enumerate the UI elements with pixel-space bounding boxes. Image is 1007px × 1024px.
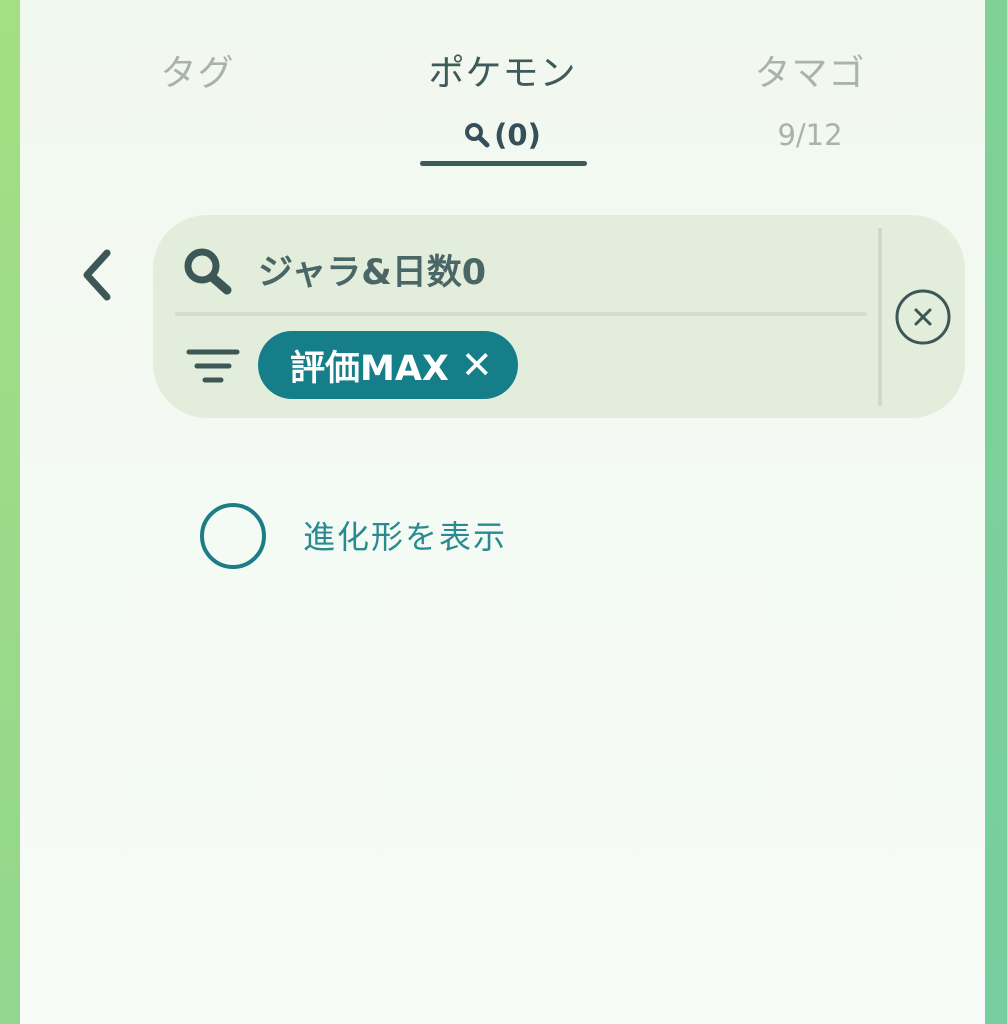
- tab-pokemon[interactable]: ポケモン (0): [405, 44, 600, 155]
- show-evolutions-label: 進化形を表示: [303, 518, 508, 556]
- tab-eggs-label: タマゴ: [754, 53, 866, 94]
- tab-tags[interactable]: タグ: [115, 44, 280, 96]
- clear-search-button[interactable]: [894, 288, 952, 346]
- right-frame: [985, 0, 1007, 1024]
- tab-pokemon-count: (0): [405, 118, 600, 155]
- filter-chip-label: 評価MAX: [290, 348, 449, 389]
- tab-pokemon-label: ポケモン: [428, 53, 577, 94]
- search-small-icon: [464, 121, 490, 155]
- pokemon-count-text: (0): [494, 118, 541, 152]
- clear-circle-icon: [895, 289, 951, 345]
- back-button[interactable]: [72, 245, 122, 305]
- show-evolutions-radio[interactable]: [200, 503, 266, 569]
- filter-icon[interactable]: [186, 346, 240, 386]
- vertical-divider: [878, 228, 882, 406]
- left-frame: [0, 0, 20, 1024]
- active-tab-indicator: [420, 161, 587, 166]
- tab-eggs-count: 9/12: [777, 118, 843, 152]
- filter-chip[interactable]: 評価MAX ✕: [258, 331, 518, 399]
- chip-remove-icon[interactable]: ✕: [461, 343, 493, 387]
- search-icon: [180, 246, 235, 296]
- search-divider: [175, 312, 867, 316]
- search-input[interactable]: ジャラ&日数0: [258, 248, 486, 298]
- tab-tags-label: タグ: [160, 53, 235, 94]
- chevron-left-icon: [83, 249, 111, 301]
- tab-eggs[interactable]: タマゴ 9/12: [720, 44, 900, 152]
